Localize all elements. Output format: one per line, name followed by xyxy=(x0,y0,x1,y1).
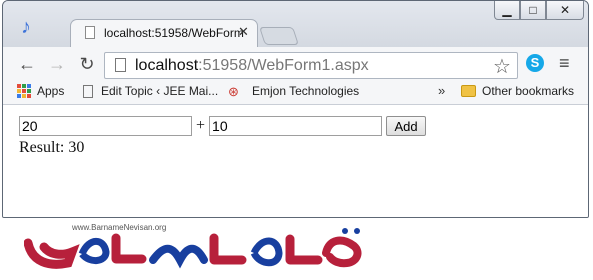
page-icon xyxy=(115,58,126,72)
tab-close-button[interactable]: ✕ xyxy=(238,24,249,40)
title-bar: ♪ localhost:51958/WebForm ✕ ▁ □ ✕ xyxy=(3,1,588,47)
bookmark-edit-topic-label: Edit Topic ‹ JEE Mai... xyxy=(101,84,219,98)
page-viewport: + Add Result: 30 xyxy=(3,105,588,217)
page-icon xyxy=(85,26,95,39)
watermark-logo: www.BarnameNevisan.org xyxy=(23,223,366,275)
skype-icon[interactable]: S xyxy=(526,54,544,72)
address-bar[interactable]: localhost:51958/WebForm1.aspx ☆ xyxy=(104,52,518,79)
reload-icon[interactable]: ↻ xyxy=(76,53,98,75)
forward-icon[interactable]: → xyxy=(46,53,68,75)
close-window-button[interactable]: ✕ xyxy=(546,1,584,20)
new-tab-button[interactable] xyxy=(259,27,299,45)
result-label: Result: 30 xyxy=(19,139,85,156)
other-bookmarks-label: Other bookmarks xyxy=(482,84,575,98)
second-number-input[interactable] xyxy=(209,116,383,136)
add-button[interactable]: Add xyxy=(386,116,427,136)
apps-grid-icon xyxy=(17,84,31,98)
tab-title: localhost:51958/WebForm xyxy=(104,26,244,40)
minimize-button[interactable]: ▁ xyxy=(494,1,520,20)
maximize-button[interactable]: □ xyxy=(520,1,546,20)
bookmark-apps[interactable]: Apps xyxy=(17,84,64,98)
bookmark-edit-topic[interactable]: Edit Topic ‹ JEE Mai... xyxy=(83,84,218,98)
other-bookmarks[interactable]: Other bookmarks xyxy=(461,84,574,98)
emjon-logo-icon: ⊛ xyxy=(228,84,239,99)
page-icon xyxy=(83,84,93,98)
bookmarks-overflow-button[interactable]: » xyxy=(438,83,445,98)
menu-icon[interactable]: ≡ xyxy=(559,53,570,73)
first-number-input[interactable] xyxy=(19,116,192,136)
bookmark-emjon[interactable]: ⊛ Emjon Technologies xyxy=(228,84,360,99)
plus-operator: + xyxy=(196,117,206,134)
watermark-url: www.BarnameNevisan.org xyxy=(72,223,167,232)
calculator-form: + Add xyxy=(19,116,427,136)
bookmark-apps-label: Apps xyxy=(37,84,65,98)
window-controls: ▁ □ ✕ xyxy=(494,1,584,21)
browser-window: ♪ localhost:51958/WebForm ✕ ▁ □ ✕ ← → ↻ … xyxy=(2,0,589,218)
navigation-toolbar: ← → ↻ localhost:51958/WebForm1.aspx ☆ S … xyxy=(3,47,588,82)
back-icon[interactable]: ← xyxy=(16,53,38,75)
bookmarks-bar: Apps Edit Topic ‹ JEE Mai... ⊛ Emjon Tec… xyxy=(3,81,588,105)
address-path: :51958/WebForm1.aspx xyxy=(198,57,369,74)
bookmark-emjon-label: Emjon Technologies xyxy=(252,84,360,98)
folder-icon xyxy=(461,85,476,97)
address-text[interactable]: localhost:51958/WebForm1.aspx xyxy=(135,57,369,75)
bookmark-star-icon[interactable]: ☆ xyxy=(493,54,511,79)
music-note-icon: ♪ xyxy=(21,16,31,38)
browser-tab[interactable]: localhost:51958/WebForm ✕ xyxy=(70,19,258,47)
address-host: localhost xyxy=(135,57,199,74)
